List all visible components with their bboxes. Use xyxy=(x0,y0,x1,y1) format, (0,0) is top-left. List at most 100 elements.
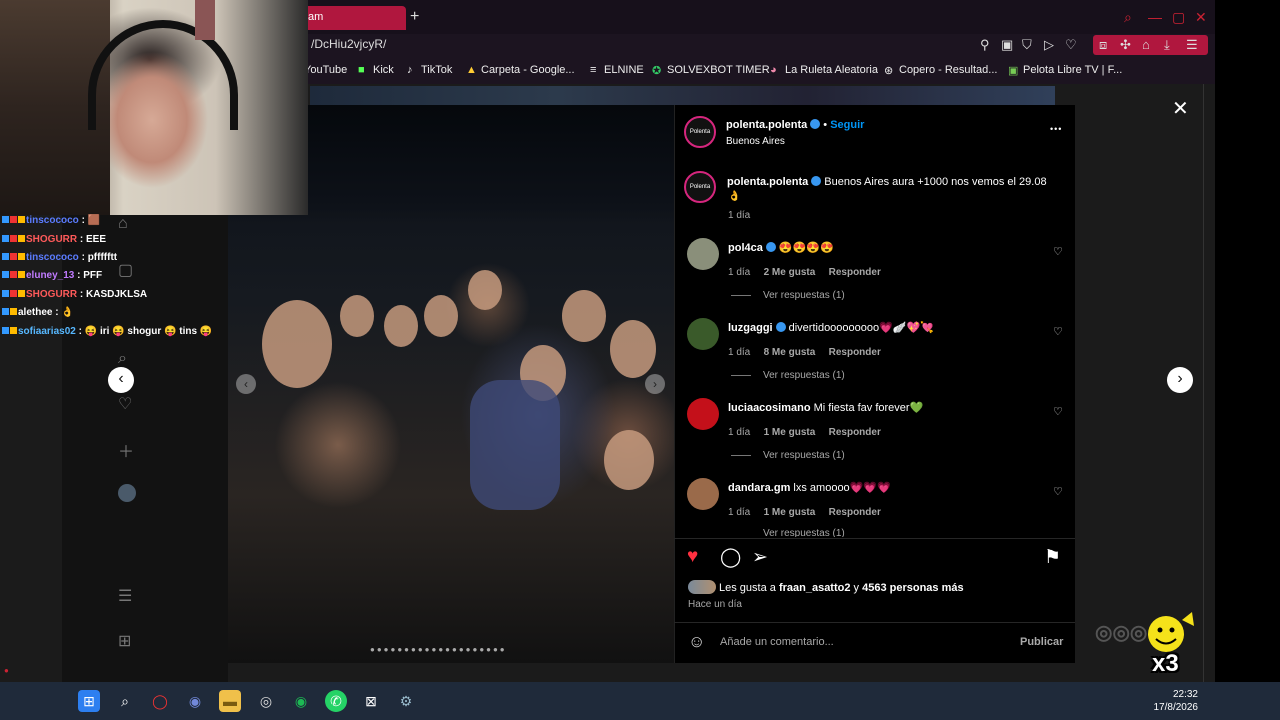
comment-text: divertidooooooooo💗🪽💖💘 xyxy=(788,322,934,334)
new-tab-button[interactable]: + xyxy=(410,8,419,26)
bookmark-solvexbot[interactable]: SOLVEXBOT TIMER xyxy=(667,64,770,76)
reply-button[interactable]: Responder xyxy=(829,267,881,278)
search-icon[interactable]: ⌕ xyxy=(114,690,136,712)
close-window-icon[interactable]: ✕ xyxy=(1195,9,1207,26)
reels-icon[interactable]: ▢ xyxy=(118,260,133,280)
bookmark-icon[interactable]: ⚑ xyxy=(1044,546,1061,569)
search-icon[interactable]: ⌕ xyxy=(118,350,127,368)
active-tab[interactable]: am xyxy=(300,6,406,30)
more-menu-icon[interactable]: ☰ xyxy=(118,586,132,606)
replies-line xyxy=(731,455,751,456)
bookmark-ruleta[interactable]: La Ruleta Aleatoria xyxy=(785,64,878,76)
notifications-icon[interactable]: ♡ xyxy=(118,394,132,414)
lock-icon[interactable]: ⌂ xyxy=(1142,37,1150,52)
minimize-icon[interactable]: — xyxy=(1148,9,1162,25)
whatsapp-icon[interactable]: ✆ xyxy=(325,690,347,712)
comment-likes[interactable]: 8 Me gusta xyxy=(764,347,816,358)
comment: luciaacosimano Mi fiesta fav forever💚 xyxy=(728,401,923,414)
photo-next-arrow[interactable]: › xyxy=(645,374,665,394)
screenshot-icon[interactable]: ▣ xyxy=(1001,37,1013,53)
reply-button[interactable]: Responder xyxy=(829,347,881,358)
author-avatar[interactable]: Polenta xyxy=(684,116,716,148)
caption-user[interactable]: polenta.polenta xyxy=(727,176,808,188)
comment-user[interactable]: dandara.gm xyxy=(728,482,790,494)
bookmark-pelota[interactable]: Pelota Libre TV | F... xyxy=(1023,64,1122,76)
home-icon[interactable]: ⌂ xyxy=(118,215,128,233)
post-location[interactable]: Buenos Aires xyxy=(726,136,785,147)
verified-icon xyxy=(811,176,822,186)
download-icon[interactable]: ⤓ xyxy=(1164,37,1170,53)
caption-avatar[interactable]: Polenta xyxy=(684,171,716,203)
menu-icon[interactable]: ☰ xyxy=(1186,37,1198,53)
profile-avatar[interactable] xyxy=(118,484,136,502)
comment-input[interactable]: Añade un comentario... xyxy=(720,636,834,648)
search-icon[interactable]: ⌕ xyxy=(1124,9,1132,26)
close-modal-icon[interactable]: ✕ xyxy=(1172,96,1189,121)
bookmark-elnine[interactable]: ELNINE xyxy=(604,64,644,76)
shield-icon[interactable]: ⛉ xyxy=(1022,37,1032,53)
like-comment-icon[interactable]: ♡ xyxy=(1053,405,1063,418)
maximize-icon[interactable]: ▢ xyxy=(1172,9,1185,26)
bookmark-drive[interactable]: Carpeta - Google... xyxy=(481,64,575,76)
emoji-icon[interactable]: ☺ xyxy=(688,632,705,652)
comment-icon[interactable]: ◯ xyxy=(720,546,741,569)
comment-avatar[interactable] xyxy=(687,238,719,270)
publish-button[interactable]: Publicar xyxy=(1020,636,1063,648)
opera-icon[interactable]: ◯ xyxy=(149,690,171,712)
heart-outline-icon[interactable]: ♡ xyxy=(1065,37,1077,53)
follow-button[interactable]: Seguir xyxy=(830,119,864,131)
url-text[interactable]: /DcHiu2vjcyR/ xyxy=(311,37,386,51)
steam-icon[interactable]: ⚙ xyxy=(395,690,417,712)
like-heart-icon[interactable]: ♥ xyxy=(687,546,698,568)
view-replies[interactable]: Ver respuestas (1) xyxy=(763,290,845,301)
likes-user[interactable]: fraan_asatto2 xyxy=(779,582,851,594)
discord-icon[interactable]: ◉ xyxy=(184,690,206,712)
next-post-arrow[interactable]: › xyxy=(1167,367,1193,393)
comment-likes[interactable]: 1 Me gusta xyxy=(764,427,816,438)
caption-text: Buenos Aires aura +1000 nos vemos el 29.… xyxy=(824,176,1047,188)
reply-button[interactable]: Responder xyxy=(829,507,881,518)
reply-button[interactable]: Responder xyxy=(829,427,881,438)
likes-summary[interactable]: Les gusta a fraan_asatto2 y 4563 persona… xyxy=(719,582,964,594)
bookmark-youtube[interactable]: YouTube xyxy=(304,64,347,76)
comment-avatar[interactable] xyxy=(687,398,719,430)
comment-user[interactable]: luzgaggi xyxy=(728,322,773,334)
comment-likes[interactable]: 1 Me gusta xyxy=(764,507,816,518)
pin-icon[interactable]: ⚲ xyxy=(980,37,990,53)
comment-time: 1 día xyxy=(728,427,751,438)
start-icon[interactable]: ⊞ xyxy=(78,690,100,712)
view-replies[interactable]: Ver respuestas (1) xyxy=(763,450,845,461)
like-comment-icon[interactable]: ♡ xyxy=(1053,485,1063,498)
comment-likes[interactable]: 2 Me gusta xyxy=(764,267,816,278)
likes-prefix: Les gusta a xyxy=(719,582,776,594)
system-clock[interactable]: 22:32 17/8/2026 xyxy=(1148,688,1199,714)
create-icon[interactable]: ＋ xyxy=(118,438,134,462)
like-comment-icon[interactable]: ♡ xyxy=(1053,325,1063,338)
bookmark-kick[interactable]: Kick xyxy=(373,64,394,76)
bookmark-copero[interactable]: Copero - Resultad... xyxy=(899,64,997,76)
more-options-icon[interactable]: ••• xyxy=(1050,124,1062,134)
view-replies[interactable]: Ver respuestas (1) xyxy=(763,370,845,381)
likes-count[interactable]: 4563 personas más xyxy=(862,582,964,594)
threads-icon[interactable]: ⊞ xyxy=(118,631,131,651)
comment-avatar[interactable] xyxy=(687,318,719,350)
comment-avatar[interactable] xyxy=(687,478,719,510)
photo-face xyxy=(610,320,656,378)
prev-post-arrow[interactable]: ‹ xyxy=(108,367,134,393)
author-name[interactable]: polenta.polenta xyxy=(726,119,807,131)
comment-user[interactable]: luciaacosimano xyxy=(728,402,811,414)
view-replies[interactable]: Ver respuestas (1) xyxy=(763,528,845,537)
scrollbar[interactable] xyxy=(1203,84,1215,682)
streamdeck-icon[interactable]: ⊠ xyxy=(360,690,382,712)
spotify-icon[interactable]: ◉ xyxy=(290,690,312,712)
like-comment-icon[interactable]: ♡ xyxy=(1053,245,1063,258)
extension-icon[interactable]: ⧈ xyxy=(1099,37,1107,53)
explorer-icon[interactable]: ▬ xyxy=(219,690,241,712)
share-icon[interactable]: ➢ xyxy=(752,546,768,569)
play-icon[interactable]: ▷ xyxy=(1044,37,1054,53)
comment-user[interactable]: pol4ca xyxy=(728,242,763,254)
obs-icon[interactable]: ◎ xyxy=(255,690,277,712)
puzzle-icon[interactable]: ✣ xyxy=(1120,37,1131,53)
photo-prev-arrow[interactable]: ‹ xyxy=(236,374,256,394)
bookmark-tiktok[interactable]: TikTok xyxy=(421,64,452,76)
